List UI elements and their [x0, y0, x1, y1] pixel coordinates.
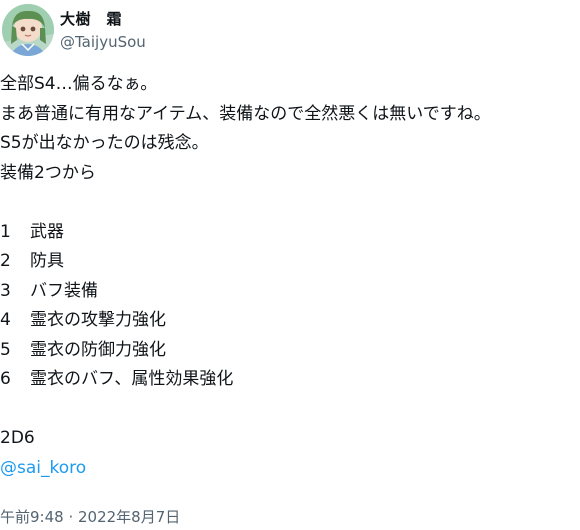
list-item-number: 4 [0, 310, 11, 330]
tweet-header: 大樹 霜 @TaijyuSou [0, 0, 580, 62]
user-handle[interactable]: @TaijyuSou [60, 33, 146, 51]
list-item: 1 武器 [0, 218, 580, 248]
list-item-label: 霊衣の攻撃力強化 [30, 310, 166, 330]
dice-notation: 2D6 [0, 428, 35, 448]
tweet-line: 全部S4…偏るなぁ。 [0, 74, 158, 94]
list-item-number: 6 [0, 369, 11, 389]
list-item: 2 防具 [0, 247, 580, 277]
avatar[interactable] [2, 4, 54, 56]
list-item-label: 霊衣のバフ、属性効果強化 [30, 369, 234, 389]
tweet-text: 全部S4…偏るなぁ。 まあ普通に有用なアイテム、装備なので全然悪くは無いですね。… [0, 70, 580, 483]
tweet-line: S5が出なかったのは残念。 [0, 133, 209, 153]
list-item-label: 防具 [30, 251, 64, 271]
list-item-label: 武器 [30, 221, 64, 242]
list-item-number: 2 [0, 251, 11, 271]
tweet-line: 装備2つから [0, 162, 96, 183]
tweet-line: まあ普通に有用なアイテム、装備なので全然悪くは無いですね。 [0, 103, 491, 124]
list-item: 4 霊衣の攻撃力強化 [0, 306, 580, 336]
list-item: 6 霊衣のバフ、属性効果強化 [0, 365, 580, 395]
mention-link[interactable]: @sai_koro [0, 458, 86, 478]
list-item-number: 1 [0, 221, 11, 242]
user-avatar-icon [2, 4, 54, 56]
tweet: 大樹 霜 @TaijyuSou 全部S4…偏るなぁ。 まあ普通に有用なアイテム、… [0, 0, 580, 530]
tweet-timestamp[interactable]: 午前9:48 · 2022年8月7日 [0, 506, 180, 527]
display-name[interactable]: 大樹 霜 [60, 8, 122, 29]
list-item-label: 霊衣の防御力強化 [30, 339, 166, 360]
list-item: 5 霊衣の防御力強化 [0, 336, 580, 366]
list-item: 3 バフ装備 [0, 277, 580, 307]
mention-line: @sai_koro [0, 454, 580, 484]
list-item-number: 3 [0, 280, 11, 301]
list-item-label: バフ装備 [30, 280, 98, 301]
list-item-number: 5 [0, 339, 11, 360]
